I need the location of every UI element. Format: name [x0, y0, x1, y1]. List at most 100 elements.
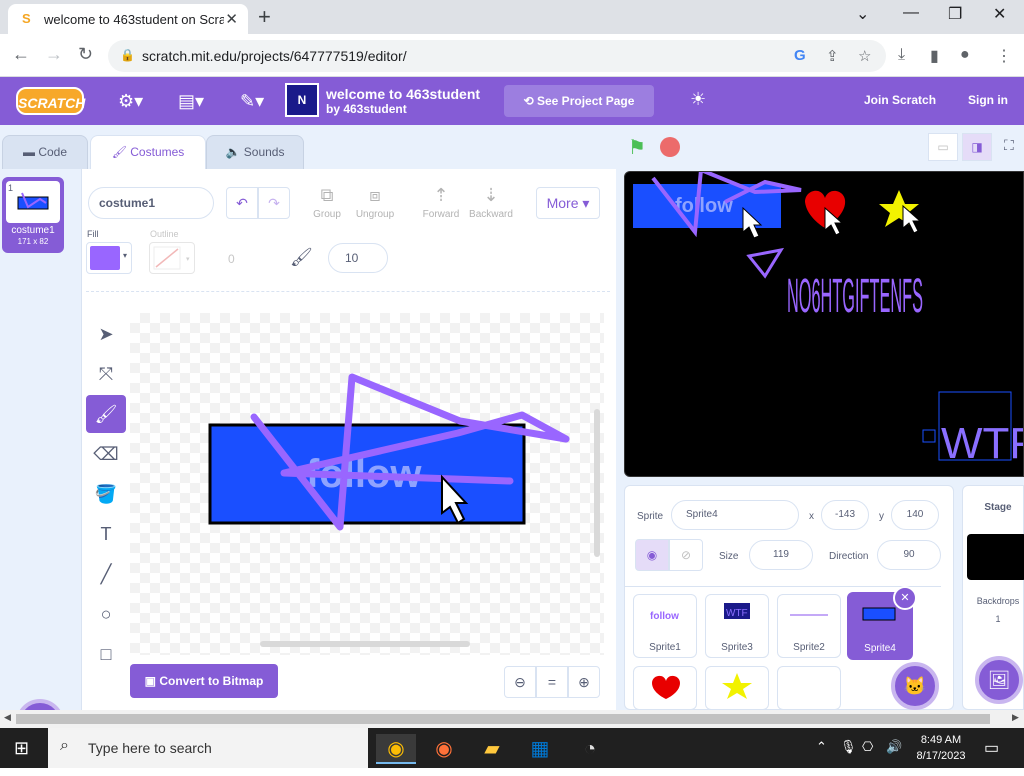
small-stage-icon[interactable]: ▭	[928, 133, 958, 161]
bookmark-star-icon[interactable]: ☆	[858, 47, 871, 65]
add-sprite-button[interactable]: 🐱	[891, 662, 939, 710]
windows-start-icon[interactable]: ⊞	[14, 738, 29, 759]
circle-tool[interactable]: ○	[86, 595, 126, 633]
show-hidden-icons-icon[interactable]: ⌃	[816, 739, 827, 755]
stop-sign-icon[interactable]	[660, 137, 680, 157]
select-tool[interactable]: ➤	[86, 315, 126, 353]
sprite-thumb-sprite3[interactable]: WTF Sprite3	[705, 594, 769, 658]
delete-sprite-button[interactable]: ✕	[893, 586, 917, 610]
eraser-tool[interactable]: ⌫	[86, 435, 126, 473]
tab-search-icon[interactable]: ⌄	[856, 4, 869, 24]
sprite-thumb-heart[interactable]	[633, 666, 697, 710]
sprite-thumb-sprite1[interactable]: follow Sprite1	[633, 594, 697, 658]
settings-gear-icon[interactable]: ⚙▾	[118, 91, 143, 112]
address-bar[interactable]: 🔒 scratch.mit.edu/projects/647777519/edi…	[108, 40, 886, 72]
google-icon[interactable]: G	[794, 47, 806, 64]
redo-button[interactable]: ↷	[258, 187, 290, 219]
rectangle-tool[interactable]: □	[86, 635, 126, 673]
see-project-page-button[interactable]: ⟲ See Project Page	[504, 85, 654, 117]
microphone-icon[interactable]: 🎙	[840, 739, 857, 755]
profile-avatar-icon[interactable]: ●	[960, 46, 970, 64]
sprite-thumb-empty[interactable]	[777, 666, 841, 710]
scrollbar-thumb[interactable]	[16, 714, 990, 724]
chrome-app-icon[interactable]: ◉	[376, 734, 416, 764]
fill-color-picker[interactable]: ▾	[86, 242, 132, 274]
brush-tool[interactable]: 🖌	[86, 395, 126, 433]
download-icon[interactable]: ⤓	[898, 46, 905, 64]
large-stage-icon[interactable]: ◨	[962, 133, 992, 161]
ungroup-button[interactable]: ⧈ Ungroup	[350, 185, 400, 220]
zoom-reset-button[interactable]: =	[536, 666, 568, 698]
stage-canvas[interactable]: follow NO6HTGIFTENFS WTF	[624, 171, 1024, 477]
hide-sprite-button[interactable]: ⊘	[669, 539, 703, 571]
y-input[interactable]: 140	[891, 500, 939, 530]
sprite-thumb-sprite2[interactable]: Sprite2	[777, 594, 841, 658]
firefox-app-icon[interactable]: ◉	[424, 734, 464, 764]
page-horizontal-scrollbar[interactable]: ◀ ▶	[0, 710, 1024, 728]
zoom-in-button[interactable]: ⊕	[568, 666, 600, 698]
tab-sounds[interactable]: 🔈 Sounds	[206, 135, 304, 169]
undo-button[interactable]: ↶	[226, 187, 258, 219]
costume-name-input[interactable]: costume1	[88, 187, 214, 219]
restore-icon[interactable]: ❐	[948, 4, 962, 24]
tab-code[interactable]: ▬ Code	[2, 135, 88, 169]
canvas-vertical-scrollbar[interactable]	[594, 409, 600, 557]
notifications-icon[interactable]: ▭	[984, 738, 999, 758]
costume-item[interactable]: 1 costume1 171 x 82	[2, 177, 64, 253]
backward-button[interactable]: ⇣ Backward	[466, 185, 516, 220]
edit-menu-icon[interactable]: ✎▾	[240, 91, 264, 112]
trash-icon: ✕	[900, 592, 910, 604]
scroll-right-icon[interactable]: ▶	[1012, 712, 1019, 723]
menu-kebab-icon[interactable]: ⋮	[996, 46, 1012, 66]
sprite-thumb-star[interactable]	[705, 666, 769, 710]
theme-bulb-icon[interactable]: ☀	[690, 89, 706, 110]
forward-button[interactable]: ⇡ Forward	[416, 185, 466, 220]
green-flag-icon[interactable]: ⚑	[628, 135, 646, 160]
file-explorer-icon[interactable]: ▰	[472, 734, 512, 764]
direction-input[interactable]: 90	[877, 540, 941, 570]
scroll-left-icon[interactable]: ◀	[4, 712, 11, 723]
close-tab-icon[interactable]: ✕	[225, 10, 238, 28]
more-button[interactable]: More ▾	[536, 187, 600, 219]
show-sprite-button[interactable]: ◉	[635, 539, 669, 571]
close-window-icon[interactable]: ✕	[993, 4, 1006, 24]
taskbar-search[interactable]: ⌕ Type here to search	[48, 728, 368, 768]
paint-canvas[interactable]: follow	[130, 313, 604, 655]
taskbar-clock[interactable]: 8:49 AM 8/17/2023	[908, 732, 974, 764]
sign-in-link[interactable]: Sign in	[968, 93, 1008, 107]
text-tool[interactable]: T	[86, 515, 126, 553]
tab-costumes[interactable]: 🖌 Costumes	[90, 135, 206, 169]
line-tool[interactable]: ╱	[86, 555, 126, 593]
convert-to-bitmap-button[interactable]: ▣ Convert to Bitmap	[130, 664, 278, 698]
new-tab-icon[interactable]: +	[258, 4, 271, 30]
browser-tab[interactable]: S welcome to 463student on Scratch ✕	[8, 4, 248, 34]
project-author[interactable]: by 463student	[326, 102, 407, 116]
canvas-horizontal-scrollbar[interactable]	[260, 641, 470, 647]
size-input[interactable]: 119	[749, 540, 813, 570]
zoom-out-button[interactable]: ⊖	[504, 666, 536, 698]
outline-color-picker[interactable]: ▾	[149, 242, 195, 274]
microsoft-store-icon[interactable]: ▦	[520, 734, 560, 764]
stopwatch-app-icon[interactable]: ◔	[570, 734, 610, 764]
volume-icon[interactable]: 🔊	[886, 739, 902, 755]
x-input[interactable]: -143	[821, 500, 869, 530]
file-menu-icon[interactable]: ▤▾	[178, 91, 204, 112]
forward-icon[interactable]: →	[45, 44, 63, 65]
reshape-tool[interactable]: ⤧	[86, 355, 126, 393]
share-icon[interactable]: ⇪	[826, 47, 839, 65]
minimize-icon[interactable]: —	[903, 4, 919, 22]
clock-date: 8/17/2023	[916, 750, 966, 762]
fill-tool[interactable]: 🪣	[86, 475, 126, 513]
fullscreen-icon[interactable]: ⛶	[1004, 137, 1014, 154]
scratch-logo[interactable]: SCRATCH	[16, 87, 85, 115]
add-backdrop-button[interactable]: 🖼	[975, 656, 1023, 704]
brush-size-input[interactable]: 10	[328, 243, 388, 273]
side-panel-icon[interactable]: ▮	[930, 46, 939, 66]
sprite-name-input[interactable]: Sprite4	[671, 500, 799, 530]
network-icon[interactable]: ⎔	[862, 739, 873, 755]
stage-target-panel[interactable]: Stage Backdrops 1 🖼	[962, 485, 1024, 710]
group-button[interactable]: ⧉ Group	[302, 185, 352, 220]
reload-icon[interactable]: ↻	[78, 44, 93, 65]
join-scratch-link[interactable]: Join Scratch	[864, 93, 936, 107]
back-icon[interactable]: ←	[12, 44, 30, 65]
